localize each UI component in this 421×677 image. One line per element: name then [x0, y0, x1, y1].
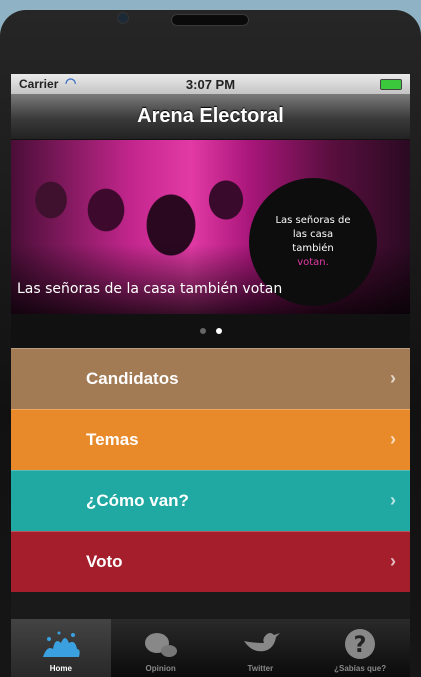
page-dot-1[interactable]: [199, 328, 206, 334]
menu-item-temas[interactable]: Temas ›: [11, 409, 410, 470]
main-menu: Candidatos › Temas › ¿Cómo van? › Voto ›: [11, 348, 410, 592]
camera-icon: [117, 12, 129, 24]
menu-item-label: Voto: [86, 552, 123, 571]
page-indicator[interactable]: [11, 314, 410, 348]
menu-item-voto[interactable]: Voto ›: [11, 531, 410, 592]
tab-bar: Home Opinion Twitter ? ¿Sabías que?: [11, 619, 410, 677]
question-icon: ?: [345, 629, 376, 659]
hero-caption: Las señoras de la casa también votan: [17, 281, 283, 297]
menu-item-label: Candidatos: [86, 369, 179, 388]
chevron-right-icon: ›: [390, 551, 396, 571]
menu-item-label: Temas: [86, 430, 139, 449]
menu-item-como-van[interactable]: ¿Cómo van? ›: [11, 470, 410, 531]
menu-item-candidatos[interactable]: Candidatos ›: [11, 348, 410, 409]
tab-label: Home: [49, 664, 72, 673]
tab-home[interactable]: Home: [11, 619, 111, 677]
tab-label: ¿Sabías que?: [334, 664, 387, 673]
tab-twitter[interactable]: Twitter: [211, 619, 311, 677]
status-bar: Carrier ◠ 3:07 PM: [11, 74, 410, 94]
bird-icon: [244, 633, 281, 652]
tab-opinion[interactable]: Opinion: [111, 619, 211, 677]
tab-label: Twitter: [247, 664, 274, 673]
menu-item-label: ¿Cómo van?: [86, 491, 189, 510]
badge-line-2: las casa también: [292, 229, 334, 254]
speaker-grille: [171, 14, 249, 26]
chevron-right-icon: ›: [390, 429, 396, 449]
battery-icon: [380, 79, 402, 90]
chevron-right-icon: ›: [390, 490, 396, 510]
phone-frame: Carrier ◠ 3:07 PM Arena Electoral Las se…: [0, 10, 421, 677]
splash-icon: [42, 631, 80, 657]
badge-line-3: votan.: [297, 257, 329, 268]
nav-bar: Arena Electoral: [11, 94, 410, 140]
clock: 3:07 PM: [185, 77, 236, 92]
tab-label: Opinion: [145, 664, 176, 673]
page-dot-2[interactable]: [215, 328, 222, 334]
hero-banner[interactable]: Las señoras de las casa también votan. L…: [11, 140, 410, 314]
speech-bubbles-icon: [144, 633, 177, 657]
svg-text:?: ?: [354, 633, 367, 658]
app-screen: Carrier ◠ 3:07 PM Arena Electoral Las se…: [11, 74, 410, 677]
chevron-right-icon: ›: [390, 368, 396, 388]
page-title: Arena Electoral: [137, 105, 284, 127]
tab-sabias-que[interactable]: ? ¿Sabías que?: [310, 619, 410, 677]
badge-text: Las señoras de las casa también votan.: [271, 214, 355, 270]
badge-line-1: Las señoras de: [275, 215, 351, 226]
